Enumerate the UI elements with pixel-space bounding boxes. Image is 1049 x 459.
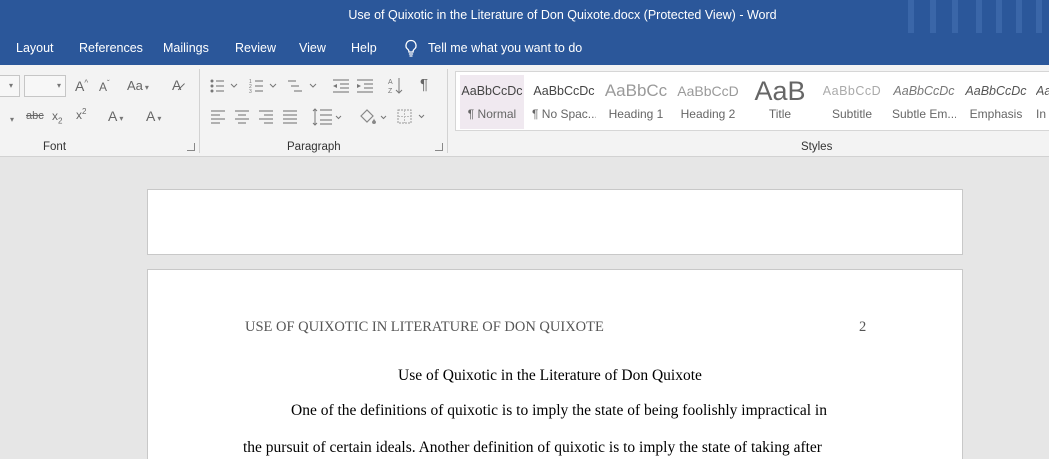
style-name: Subtitle [831,107,873,121]
ribbon-tabs: Layout References Mailings Review View H… [0,33,1049,65]
group-font-label: Font [43,141,67,153]
paragraph-dialog-launcher-icon[interactable] [435,143,443,151]
style-preview: AaBbCcDc [1036,84,1049,98]
title-bar: Use of Quixotic in the Literature of Don… [0,0,1049,33]
page-number: 2 [859,319,867,335]
text-effects-icon[interactable]: A ▾ [108,108,123,124]
style-name: In [1036,107,1047,121]
tab-help[interactable]: Help [351,41,377,55]
style-no-spacing[interactable]: AaBbCcDc ¶ No Spac... [532,75,596,129]
tell-me-search[interactable]: Tell me what you want to do [404,39,582,57]
paragraph-line: the pursuit of certain ideals. Another d… [243,439,822,456]
tab-layout[interactable]: Layout [16,41,54,55]
tab-review[interactable]: Review [235,41,276,55]
style-name: Heading 2 [680,107,736,121]
tab-references[interactable]: References [79,41,143,55]
superscript-icon[interactable]: x2 [76,107,86,122]
group-separator [199,69,200,153]
align-center-icon[interactable] [234,110,250,124]
style-heading-2[interactable]: AaBbCcD Heading 2 [676,75,740,129]
group-paragraph-label: Paragraph [287,141,341,153]
align-left-icon[interactable] [210,110,226,124]
style-subtitle[interactable]: AaBbCcD Subtitle [820,75,884,129]
font-size-dropdown[interactable]: ▾ [24,75,66,97]
shading-icon[interactable] [358,108,388,126]
style-preview: AaBbCcDc [533,84,595,98]
style-heading-1[interactable]: AaBbCc Heading 1 [604,75,668,129]
style-name: ¶ No Spac... [532,107,596,121]
underline-dropdown-icon[interactable]: ▾ [8,111,14,125]
style-name: ¶ Normal [467,107,517,121]
shrink-font-icon[interactable]: Aˇ [99,79,110,94]
group-separator [447,69,448,153]
style-name: Heading 1 [608,107,664,121]
sort-icon[interactable]: AZ [388,76,404,96]
line-spacing-icon[interactable] [312,108,342,126]
svg-text:3: 3 [249,89,252,94]
style-title[interactable]: AaB Title [748,75,812,129]
show-formatting-marks-icon[interactable]: ¶ [420,76,428,93]
style-preview: AaBbCcDc [893,84,955,98]
svg-text:Z: Z [388,88,393,95]
svg-text:A: A [388,79,393,86]
style-intense-emphasis[interactable]: AaBbCcDc In [1036,75,1049,129]
align-right-icon[interactable] [258,110,274,124]
bullets-icon[interactable] [210,78,238,94]
page-2[interactable]: USE OF QUIXOTIC IN LITERATURE OF DON QUI… [147,269,963,459]
borders-icon[interactable] [397,109,429,125]
style-name: Subtle Em... [892,107,956,121]
grow-font-icon[interactable]: A^ [75,78,88,94]
subscript-icon[interactable]: x2 [52,109,62,125]
style-preview: AaBbCcDc [461,84,523,98]
change-case-button[interactable]: Aa ▾ [127,78,149,93]
style-preview: AaBbCcDc [965,84,1027,98]
style-normal[interactable]: AaBbCcDc ¶ Normal [460,75,524,129]
group-styles-label: Styles [801,141,833,153]
paragraph-line: One of the definitions of quixotic is to… [291,402,827,419]
increase-indent-icon[interactable] [356,78,374,94]
window-title: Use of Quixotic in the Literature of Don… [348,8,777,22]
font-name-dropdown[interactable]: ▾ [0,75,20,97]
decrease-indent-icon[interactable] [332,78,350,94]
font-color-button[interactable]: A ▾ [146,108,161,124]
page-previous [147,189,963,255]
numbering-icon[interactable]: 123 [249,78,277,94]
lightbulb-icon [405,39,417,57]
style-subtle-emphasis[interactable]: AaBbCcDc Subtle Em... [892,75,956,129]
style-name: Title [768,107,792,121]
tab-view[interactable]: View [299,41,326,55]
styles-gallery[interactable]: AaBbCcDc ¶ Normal AaBbCcDc ¶ No Spac... … [455,71,1049,131]
justify-icon[interactable] [282,110,298,124]
change-case-label: Aa [127,78,143,93]
ribbon: ▾ ▾ A^ Aˇ Aa ▾ A̷ ▾ abc x2 x2 A ▾ A ▾ Font … [0,65,1049,157]
clear-formatting-icon[interactable]: A̷ [172,77,181,93]
running-header: USE OF QUIXOTIC IN LITERATURE OF DON QUI… [245,319,604,335]
tab-mailings[interactable]: Mailings [163,41,209,55]
style-emphasis[interactable]: AaBbCcDc Emphasis [964,75,1028,129]
font-color-label: A [146,108,156,124]
document-title: Use of Quixotic in the Literature of Don… [398,367,702,384]
style-preview: AaBbCcD [677,83,739,99]
strikethrough-icon[interactable]: abc [26,110,44,122]
font-dialog-launcher-icon[interactable] [187,143,195,151]
multilevel-list-icon[interactable] [287,78,317,94]
style-preview: AaBbCc [604,81,668,100]
style-name: Emphasis [969,107,1023,121]
style-preview: AaB [754,75,806,106]
tell-me-label: Tell me what you want to do [428,41,583,55]
style-preview: AaBbCcD [822,84,882,98]
